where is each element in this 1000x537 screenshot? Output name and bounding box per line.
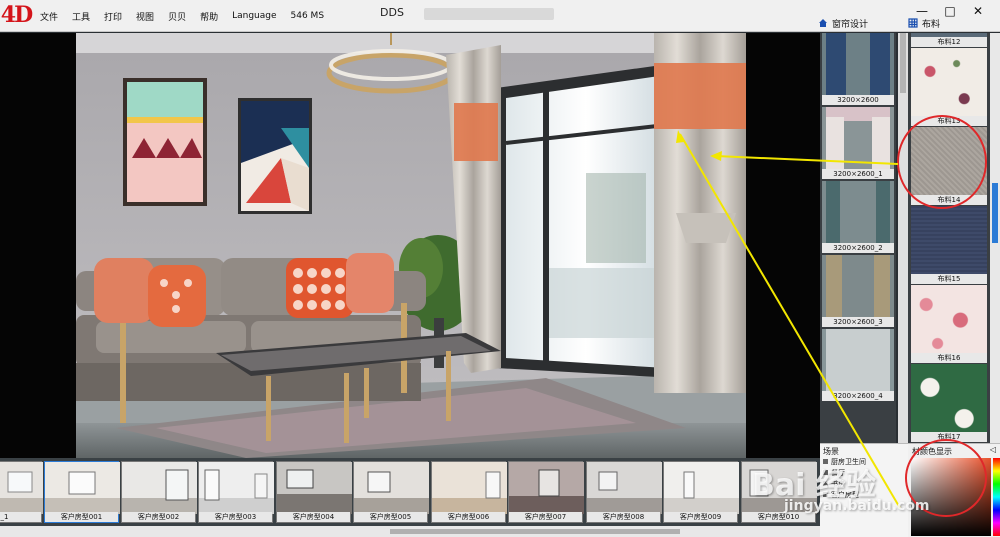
curtain-preview-icon — [822, 329, 894, 391]
room-thumb-label: 客户房型004 — [277, 512, 350, 522]
room-thumb-label: 客户房型006 — [432, 512, 505, 522]
room-preview-icon — [199, 462, 274, 514]
curtain-thumb-label: 3200×2600_1 — [822, 169, 894, 179]
room-thumb[interactable]: 客户房型003 — [198, 461, 274, 523]
room-thumb[interactable]: 客户房型001 — [44, 461, 120, 523]
room-thumb-label: 客户房型009 — [664, 512, 737, 522]
menu-tools[interactable]: 工具 — [72, 10, 90, 23]
menu-help[interactable]: 帮助 — [200, 10, 218, 23]
curtain-thumb-label: 3200×2600_3 — [822, 317, 894, 327]
fabric-label: 布料17 — [911, 432, 987, 442]
curtain-thumb[interactable]: 3200×2600_4 — [822, 329, 894, 401]
hue-slider[interactable] — [993, 458, 1000, 536]
fabric-label: 布料15 — [911, 274, 987, 284]
curtain-thumb-label: 3200×2600_4 — [822, 391, 894, 401]
room-thumb[interactable]: 客户房型005 — [353, 461, 429, 523]
curtain-thumb-label: 3200×2600_2 — [822, 243, 894, 253]
render-viewport[interactable] — [0, 33, 820, 458]
collapse-icon[interactable]: ◁ — [990, 445, 996, 454]
room-thumb[interactable]: 客户房型002 — [121, 461, 197, 523]
fabric-swatch[interactable]: 布料14 — [911, 127, 987, 205]
menu-view[interactable]: 视图 — [136, 10, 154, 23]
room-thumb[interactable]: 客户房型008 — [586, 461, 662, 523]
tab-curtain-label: 窗帘设计 — [832, 19, 869, 30]
room-thumb-label: 客户房型001 — [45, 512, 118, 522]
menu-bar: 文件 工具 打印 视图 贝贝 帮助 Language 546 MS — [40, 0, 338, 32]
fabric-swatch[interactable]: 布料12 — [911, 33, 987, 47]
room-thumbnail-strip: _1 客户房型001 客户房型002 客户房型003 客户房型004 客户房型0… — [0, 458, 820, 526]
watermark: Bai 经验 jingyan.baidu.com — [752, 446, 962, 516]
room-preview-icon — [0, 462, 43, 514]
room-preview-icon — [587, 462, 662, 514]
scroll-thumb[interactable] — [992, 183, 998, 243]
render-time-readout: 546 MS — [290, 11, 325, 21]
fabric-label: 布料14 — [911, 195, 987, 205]
fabric-panel: 布料12 布料13 布料14 布料15 布料16 布料17 — [908, 33, 990, 443]
curtain-preview-icon — [822, 181, 894, 243]
room-thumb-label: 客户房型007 — [509, 512, 582, 522]
curtain-thumb-label: 3200×2600 — [822, 95, 894, 105]
app-window: 4D 文件 工具 打印 视图 贝贝 帮助 Language 546 MS DDS… — [0, 0, 1000, 537]
curtain-thumb[interactable]: 3200×2600_2 — [822, 181, 894, 253]
tab-fabric-label: 布料 — [922, 19, 941, 30]
fabric-label: 布料16 — [911, 353, 987, 363]
menu-file[interactable]: 文件 — [40, 10, 58, 23]
room-thumb-label: 客户房型002 — [122, 512, 195, 522]
app-logo: 4D — [0, 2, 33, 28]
menu-print[interactable]: 打印 — [104, 10, 122, 23]
fabric-label: 布料12 — [911, 37, 987, 47]
room-thumb-label: 客户房型005 — [354, 512, 427, 522]
room-thumb-label: _1 — [0, 512, 41, 522]
room-thumb[interactable]: 客户房型006 — [431, 461, 507, 523]
room-thumb[interactable]: _1 — [0, 461, 43, 523]
fabric-scrollbar[interactable] — [990, 33, 1000, 443]
room-thumb[interactable]: 客户房型004 — [276, 461, 352, 523]
room-thumb-label: 客户房型008 — [587, 512, 660, 522]
room-preview-icon — [664, 462, 739, 514]
room-preview-icon — [45, 462, 120, 514]
fabric-swatch[interactable]: 布料16 — [911, 285, 987, 363]
room-strip-scrollbar[interactable] — [0, 526, 820, 537]
room-thumb[interactable]: 客户房型009 — [663, 461, 739, 523]
curtain-design-panel: 3200×2600 3200×2600_1 3200×2600_2 3200×2… — [820, 33, 896, 443]
room-thumb-label: 客户房型003 — [199, 512, 272, 522]
fabric-label: 布料13 — [911, 116, 987, 126]
panel-tabs: 窗帘设计 布料 — [818, 16, 1000, 30]
scroll-thumb[interactable] — [390, 529, 680, 534]
curtain-thumb[interactable]: 3200×2600 — [822, 33, 894, 105]
house-icon — [819, 19, 827, 27]
grid-icon — [908, 18, 918, 28]
living-room-render[interactable] — [76, 33, 746, 458]
curtain-preview-icon — [822, 33, 894, 95]
room-preview-icon — [277, 462, 352, 514]
curtain-scrollbar[interactable] — [898, 33, 908, 443]
scroll-thumb[interactable] — [900, 33, 906, 93]
room-preview-icon — [509, 462, 584, 514]
room-preview-icon — [354, 462, 429, 514]
fabric-swatch[interactable]: 布料17 — [911, 364, 987, 442]
watermark-url: jingyan.baidu.com — [784, 498, 930, 514]
title-redaction — [424, 8, 554, 20]
curtain-thumb[interactable]: 3200×2600_3 — [822, 255, 894, 327]
room-preview-icon — [122, 462, 197, 514]
room-thumb[interactable]: 客户房型007 — [508, 461, 584, 523]
room-preview-icon — [432, 462, 507, 514]
title-bar: 4D 文件 工具 打印 视图 贝贝 帮助 Language 546 MS DDS… — [0, 0, 1000, 32]
curtain-thumb[interactable]: 3200×2600_1 — [822, 107, 894, 179]
menu-beibei[interactable]: 贝贝 — [168, 10, 186, 23]
tab-curtain-design[interactable]: 窗帘设计 — [818, 16, 908, 30]
fabric-swatch[interactable]: 布料13 — [911, 48, 987, 126]
fabric-swatch[interactable]: 布料15 — [911, 206, 987, 284]
tab-fabric[interactable]: 布料 — [908, 16, 998, 30]
menu-language[interactable]: Language — [232, 11, 276, 21]
window-title: DDS — [380, 6, 404, 19]
curtain-preview-icon — [822, 255, 894, 317]
curtain-preview-icon — [822, 107, 894, 169]
